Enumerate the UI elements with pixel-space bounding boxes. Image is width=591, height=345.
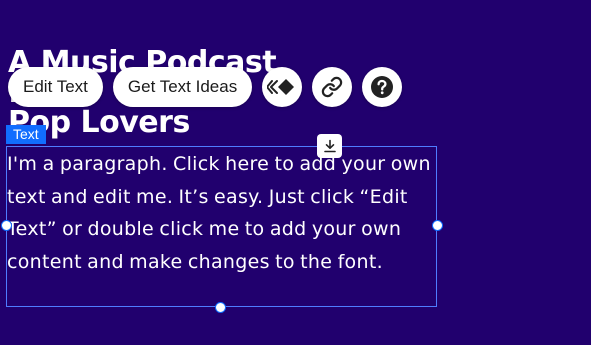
link-button[interactable] [312,67,353,107]
element-type-tag: Text [6,125,46,144]
resize-handle-right[interactable] [432,220,443,231]
edit-text-button[interactable]: Edit Text [8,67,103,107]
help-button[interactable] [362,67,403,107]
help-icon [371,76,394,98]
resize-handle-left[interactable] [1,220,12,231]
animation-button[interactable] [262,67,303,107]
animation-icon [267,79,295,95]
link-icon [322,76,343,98]
floating-toolbar: Edit Text Get Text Ideas [8,67,403,107]
paragraph-text[interactable]: I'm a paragraph. Click here to add your … [7,148,435,278]
download-icon [323,139,336,153]
resize-handle-bottom[interactable] [215,302,226,313]
download-button[interactable] [317,134,342,158]
get-text-ideas-button[interactable]: Get Text Ideas [112,67,253,107]
